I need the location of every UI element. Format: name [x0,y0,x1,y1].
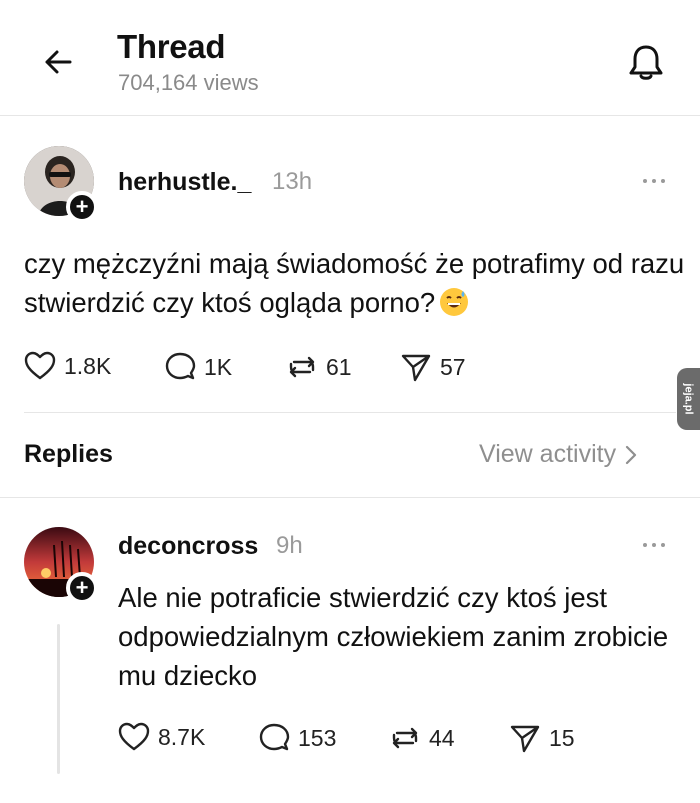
reply-time: 9h [276,532,303,559]
heart-icon [118,722,150,751]
reply-username[interactable]: deconcross [118,532,258,561]
post-username[interactable]: herhustle._ [118,168,251,197]
comment-count: 1K [204,353,233,380]
view-activity-link[interactable]: View activity [479,440,638,469]
like-count: 8.7K [158,723,206,750]
repost-count: 44 [429,724,455,751]
like-button[interactable]: 8.7K [118,722,205,752]
share-count: 15 [549,724,575,751]
thread-header: Thread 704,164 views [0,0,700,116]
thread-line [57,624,60,774]
follow-plus-button[interactable]: + [66,191,98,223]
arrow-left-icon [45,50,72,74]
repost-button[interactable]: 44 [389,722,455,754]
comment-count: 153 [298,724,337,751]
divider [24,412,676,413]
grinning-sweat-emoji-icon [440,288,469,316]
repost-count: 61 [326,353,352,380]
follow-plus-button[interactable]: + [66,572,98,604]
page-title: Thread [117,28,226,65]
post-text: czy mężczyźni mają świadomość że potrafi… [24,248,685,318]
bell-icon [629,45,663,80]
back-button[interactable] [36,40,80,84]
send-icon [401,354,431,382]
post-time: 13h [272,168,313,195]
repost-icon [392,727,418,749]
watermark-text: jeja.pl [682,383,695,415]
more-options-icon[interactable] [634,535,674,555]
share-button[interactable]: 15 [509,722,575,754]
like-button[interactable]: 1.8K [24,351,111,381]
comment-icon [259,723,290,751]
view-activity-label: View activity [479,440,617,468]
share-count: 57 [440,353,466,380]
chevron-right-icon [625,445,637,464]
post-body: czy mężczyźni mają świadomość że potrafi… [24,244,700,322]
reply-text: Ale nie potraficie stwierdzić czy ktoś j… [118,582,669,691]
notifications-button[interactable] [622,38,670,86]
share-button[interactable]: 57 [400,351,466,383]
comment-icon [165,352,196,380]
comment-button[interactable]: 1K [164,351,232,383]
divider [0,497,700,498]
view-count: 704,164 views [118,70,259,95]
watermark-logo: jeja.pl [677,368,700,430]
heart-icon [24,351,56,380]
repost-button[interactable]: 61 [286,351,352,383]
like-count: 1.8K [64,352,112,379]
more-options-icon[interactable] [634,171,674,191]
repost-icon [289,356,315,378]
comment-button[interactable]: 153 [258,722,336,754]
send-icon [510,725,540,753]
replies-label: Replies [24,440,113,468]
